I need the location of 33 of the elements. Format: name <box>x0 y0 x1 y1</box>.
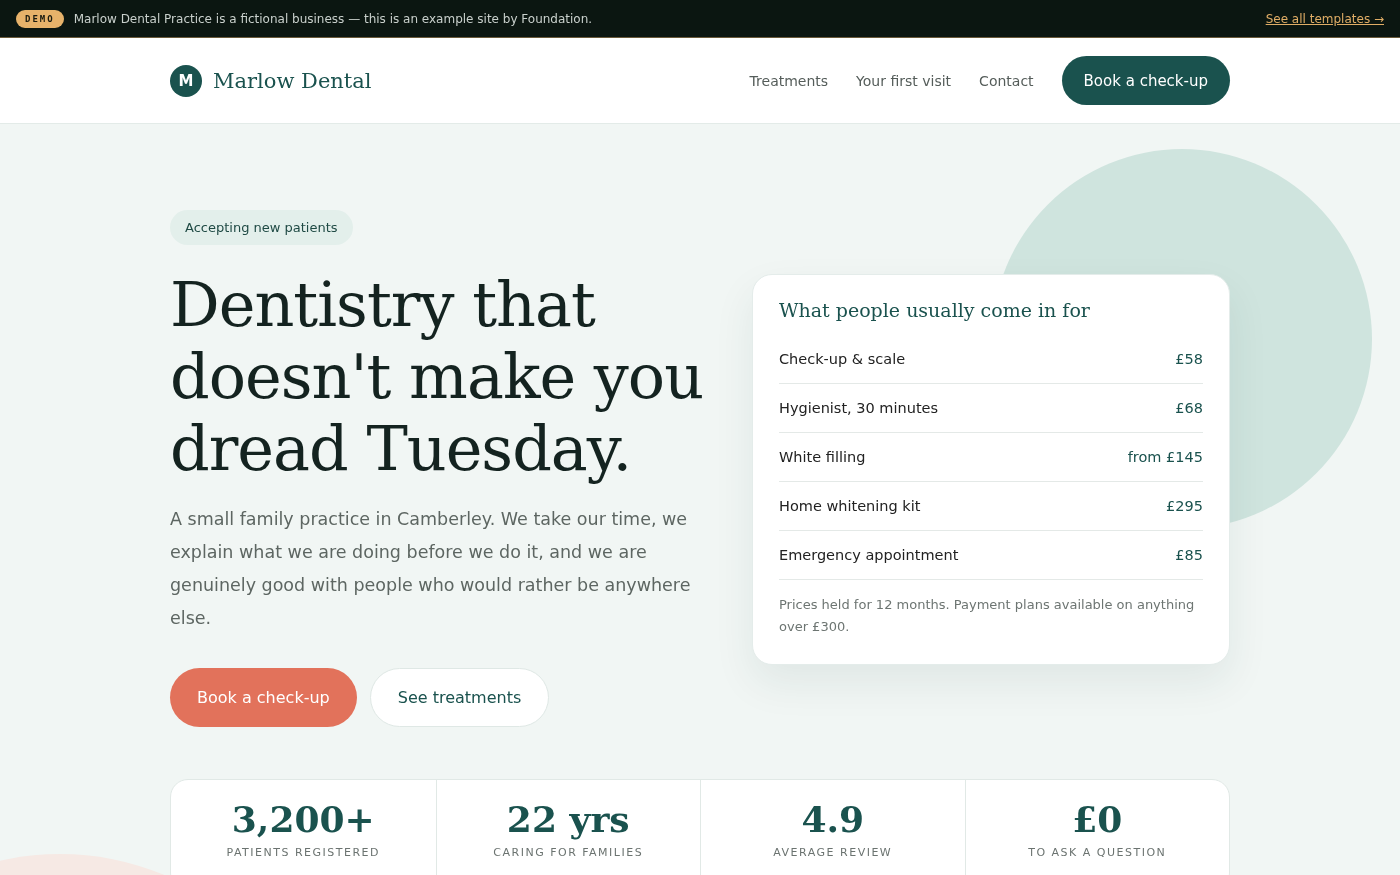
nav-link[interactable]: Contact <box>979 72 1034 89</box>
stat-value: £0 <box>1072 798 1123 840</box>
stat-label: PATIENTS REGISTERED <box>226 846 380 859</box>
treatment-name: Home whitening kit <box>779 498 921 514</box>
nav-link[interactable]: Treatments <box>749 72 829 89</box>
templates-link[interactable]: See all templates → <box>1265 11 1384 26</box>
treatments-button[interactable]: See treatments <box>369 668 550 727</box>
stat-value: 3,200+ <box>231 798 375 840</box>
hero-intro: A small family practice in Camberley. We take our time, we explain what we are doing before we do it, and we are genuinely good with people who would rather be anywhere else. <box>170 508 692 630</box>
card-title: What people usually come in for <box>779 299 1091 321</box>
stat-label: CARING FOR FAMILIES <box>493 846 644 859</box>
treatment-price: £58 <box>1175 351 1203 367</box>
price-note: Prices held for 12 months. Payment plans available on anything over £300. <box>779 596 1196 636</box>
treatment-name: Check-up & scale <box>779 351 906 367</box>
stat-value: 22 yrs <box>506 798 630 840</box>
status-tag: Accepting new patients <box>170 210 353 245</box>
treatment-name: White filling <box>779 449 866 465</box>
treatment-name: Hygienist, 30 minutes <box>779 400 939 416</box>
book-button[interactable]: Book a check-up <box>1061 56 1230 105</box>
hero-heading: Dentistry that doesn't make you dread Tuesday. <box>170 269 705 485</box>
stat-label: AVERAGE REVIEW <box>773 846 893 859</box>
treatment-price: £68 <box>1175 400 1203 416</box>
brand-name: Marlow Dental <box>213 68 372 93</box>
treatment-price: £295 <box>1166 498 1203 514</box>
treatment-price: from £145 <box>1127 449 1203 465</box>
stat-value: 4.9 <box>801 798 865 840</box>
banner-message: Marlow Dental Practice is a fictional business — this is an example site by Foundation. <box>73 11 593 26</box>
treatment-price: £85 <box>1175 547 1203 563</box>
demo-badge: DEMO <box>16 9 64 28</box>
treatment-name: Emergency appointment <box>779 547 959 563</box>
stat-label: TO ASK A QUESTION <box>1028 846 1167 859</box>
logo-mark: M <box>170 64 202 97</box>
nav-link[interactable]: Your first visit <box>856 72 952 89</box>
